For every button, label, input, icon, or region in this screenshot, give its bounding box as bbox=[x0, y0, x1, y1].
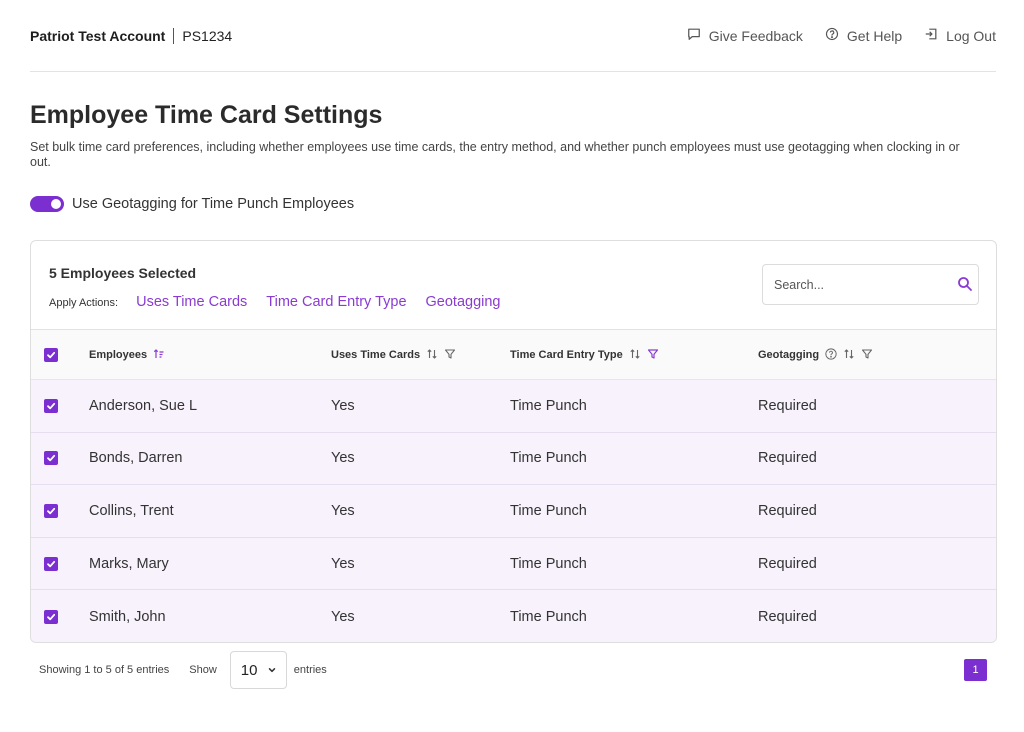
header-employees[interactable]: Employees bbox=[89, 330, 165, 380]
header-employees-label: Employees bbox=[89, 349, 148, 361]
uses-time-cards-value: Yes bbox=[331, 502, 355, 519]
page-size-select[interactable]: 10 bbox=[229, 651, 287, 689]
help-icon[interactable] bbox=[825, 347, 837, 363]
log-out-label: Log Out bbox=[946, 27, 996, 44]
entry-type-value: Time Punch bbox=[510, 450, 587, 467]
geotagging-toggle[interactable] bbox=[30, 196, 64, 212]
account-info: Patriot Test Account PS1234 bbox=[30, 27, 233, 44]
employees-panel: 5 Employees Selected Apply Actions: Uses… bbox=[30, 240, 997, 643]
uses-time-cards-value: Yes bbox=[331, 397, 355, 414]
header-time-card-entry-type[interactable]: Time Card Entry Type bbox=[510, 330, 659, 380]
top-bar: Patriot Test Account PS1234 Give Feedbac… bbox=[30, 0, 996, 72]
uses-time-cards-value: Yes bbox=[331, 450, 355, 467]
row-checkbox[interactable] bbox=[44, 609, 58, 624]
action-uses-time-cards[interactable]: Uses Time Cards bbox=[136, 294, 247, 310]
action-time-card-entry-type[interactable]: Time Card Entry Type bbox=[266, 294, 406, 310]
employee-name: Anderson, Sue L bbox=[89, 397, 198, 414]
geotagging-value: Required bbox=[758, 450, 817, 467]
employee-name: Smith, John bbox=[89, 608, 166, 625]
feedback-icon bbox=[687, 27, 701, 44]
log-out-link[interactable]: Log Out bbox=[924, 27, 996, 44]
table-header: Employees Uses Time Cards Time Card Entr… bbox=[31, 330, 996, 380]
entry-type-value: Time Punch bbox=[510, 502, 587, 519]
entry-type-value: Time Punch bbox=[510, 555, 587, 572]
geotagging-value: Required bbox=[758, 555, 817, 572]
table-row[interactable]: Anderson, Sue L Yes Time Punch Required bbox=[31, 380, 996, 433]
pagination-page-1[interactable]: 1 bbox=[964, 659, 987, 681]
filter-icon[interactable] bbox=[861, 348, 873, 363]
entry-type-value: Time Punch bbox=[510, 397, 587, 414]
geotagging-toggle-row: Use Geotagging for Time Punch Employees bbox=[30, 196, 354, 212]
row-checkbox[interactable] bbox=[44, 451, 58, 466]
geotagging-toggle-label: Use Geotagging for Time Punch Employees bbox=[72, 196, 355, 212]
help-icon bbox=[825, 27, 839, 44]
table-row[interactable]: Collins, Trent Yes Time Punch Required bbox=[31, 485, 996, 538]
show-label: Show bbox=[189, 664, 217, 676]
get-help-link[interactable]: Get Help bbox=[825, 27, 902, 44]
table-row[interactable]: Smith, John Yes Time Punch Required bbox=[31, 590, 996, 642]
uses-time-cards-value: Yes bbox=[331, 555, 355, 572]
employee-name: Bonds, Darren bbox=[89, 450, 183, 467]
header-select-all-cell bbox=[44, 330, 58, 380]
table-row[interactable]: Bonds, Darren Yes Time Punch Required bbox=[31, 432, 996, 486]
row-checkbox[interactable] bbox=[44, 556, 58, 571]
entries-label: entries bbox=[293, 664, 327, 676]
row-checkbox[interactable] bbox=[44, 503, 58, 518]
header-geotagging[interactable]: Geotagging bbox=[758, 330, 873, 380]
get-help-label: Get Help bbox=[846, 27, 903, 44]
sort-icon[interactable] bbox=[426, 348, 438, 363]
give-feedback-label: Give Feedback bbox=[708, 27, 803, 44]
table-row[interactable]: Marks, Mary Yes Time Punch Required bbox=[31, 537, 996, 591]
header-uses-time-cards-label: Uses Time Cards bbox=[331, 349, 421, 361]
panel-header: 5 Employees Selected Apply Actions: Uses… bbox=[31, 241, 996, 330]
filter-icon[interactable] bbox=[444, 348, 456, 363]
apply-actions-label: Apply Actions: bbox=[49, 297, 119, 309]
apply-actions: Apply Actions: Uses Time Cards Time Card… bbox=[49, 294, 520, 310]
top-links: Give Feedback Get Help Log Out bbox=[687, 27, 996, 44]
select-all-checkbox[interactable] bbox=[44, 348, 58, 362]
table-body: Anderson, Sue L Yes Time Punch Required … bbox=[31, 380, 996, 642]
action-geotagging[interactable]: Geotagging bbox=[426, 294, 501, 310]
account-name: Patriot Test Account bbox=[30, 27, 166, 44]
geotagging-value: Required bbox=[758, 502, 817, 519]
employee-name: Collins, Trent bbox=[89, 502, 174, 519]
employee-name: Marks, Mary bbox=[89, 555, 169, 572]
logout-icon bbox=[924, 27, 938, 44]
row-checkbox[interactable] bbox=[44, 398, 58, 413]
selected-count: 5 Employees Selected bbox=[49, 265, 197, 281]
page-size-value: 10 bbox=[240, 661, 258, 679]
sort-icon[interactable] bbox=[843, 348, 855, 363]
geotagging-value: Required bbox=[758, 397, 817, 414]
entry-type-value: Time Punch bbox=[510, 608, 587, 625]
sort-icon[interactable] bbox=[629, 348, 641, 363]
header-entry-type-label: Time Card Entry Type bbox=[510, 349, 623, 361]
chevron-down-icon bbox=[267, 662, 277, 679]
page-description: Set bulk time card preferences, includin… bbox=[30, 140, 960, 169]
search-icon[interactable] bbox=[957, 276, 973, 292]
search-input[interactable] bbox=[774, 277, 944, 292]
sort-ascending-icon[interactable] bbox=[153, 348, 165, 363]
table-footer: Showing 1 to 5 of 5 entries Show 10 entr… bbox=[39, 650, 327, 690]
header-uses-time-cards[interactable]: Uses Time Cards bbox=[331, 330, 456, 380]
account-separator bbox=[173, 27, 175, 44]
toggle-knob bbox=[51, 199, 61, 209]
header-geotagging-label: Geotagging bbox=[758, 349, 820, 361]
search-box bbox=[762, 264, 979, 305]
account-id: PS1234 bbox=[182, 27, 233, 44]
page-title: Employee Time Card Settings bbox=[30, 101, 383, 129]
geotagging-value: Required bbox=[758, 608, 817, 625]
uses-time-cards-value: Yes bbox=[331, 608, 355, 625]
filter-active-icon[interactable] bbox=[647, 348, 659, 363]
showing-entries-text: Showing 1 to 5 of 5 entries bbox=[39, 664, 170, 676]
give-feedback-link[interactable]: Give Feedback bbox=[687, 27, 803, 44]
